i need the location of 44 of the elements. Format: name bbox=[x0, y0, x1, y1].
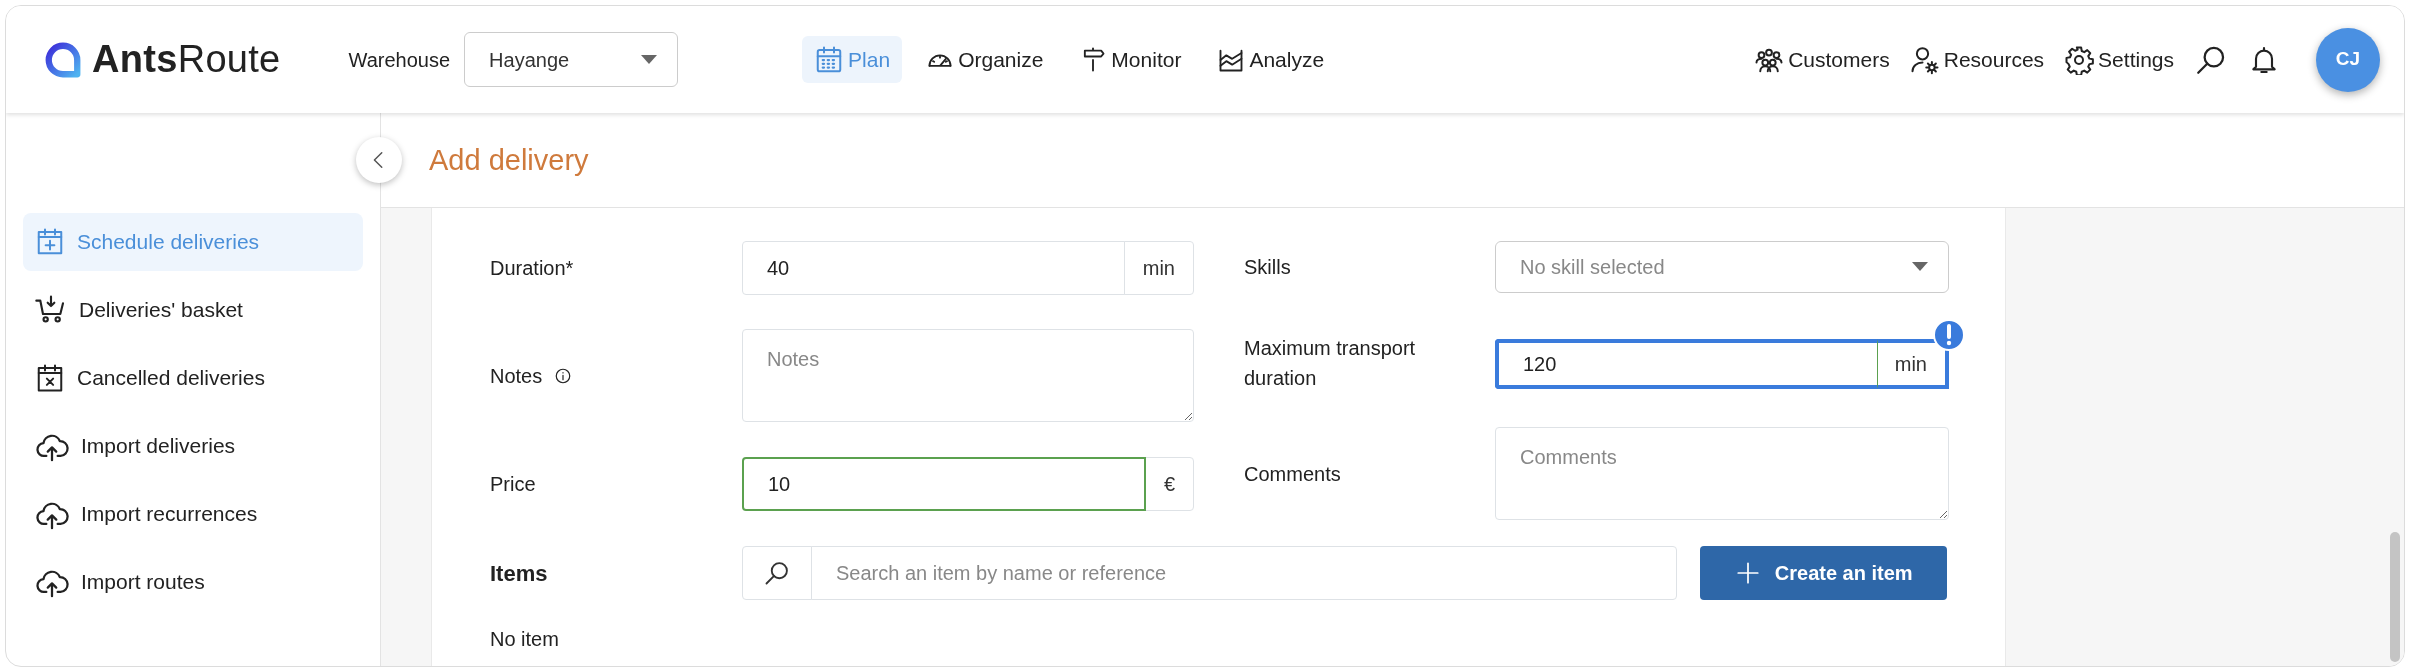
alert-icon bbox=[1933, 319, 1965, 351]
info-icon bbox=[554, 366, 573, 385]
calendar-plus-icon bbox=[35, 227, 65, 257]
text-field[interactable]: 120 bbox=[1495, 339, 1878, 389]
sidebar-item[interactable]: Import deliveries bbox=[23, 417, 363, 475]
calendar-x-icon bbox=[35, 363, 65, 393]
unit-label: min bbox=[1123, 241, 1194, 295]
sidebar-item[interactable]: Cancelled deliveries bbox=[23, 349, 363, 407]
warehouse-select[interactable]: Hayange bbox=[464, 32, 679, 87]
section-title: Items bbox=[490, 560, 548, 586]
text-area[interactable]: Comments bbox=[1495, 427, 1949, 520]
field-label: Skills bbox=[1244, 255, 1291, 280]
sidebar-item[interactable]: Import recurrences bbox=[23, 485, 363, 543]
empty-text: No item bbox=[490, 627, 559, 652]
cart-icon bbox=[35, 294, 67, 326]
warehouse-label: Warehouse bbox=[348, 47, 451, 73]
field-label: Notes bbox=[490, 363, 543, 389]
field-label: Comments bbox=[1244, 461, 1341, 487]
logo-icon bbox=[44, 40, 82, 79]
search-icon bbox=[763, 559, 791, 587]
nav-tab[interactable]: Organize bbox=[914, 35, 1056, 84]
sidebar-item[interactable]: Import routes bbox=[23, 553, 363, 611]
unit-label: min bbox=[1876, 339, 1949, 389]
toolbar-link[interactable]: Customers bbox=[1754, 43, 1890, 76]
page-title: Add delivery bbox=[429, 142, 589, 178]
gear-icon bbox=[2064, 44, 2095, 75]
person-gear-icon bbox=[1909, 44, 1940, 75]
skills-select[interactable]: No skill selected bbox=[1495, 241, 1949, 293]
field-label: Price bbox=[490, 473, 536, 495]
toolbar-link[interactable]: Resources bbox=[1909, 43, 2045, 76]
sidebar-item[interactable]: Deliveries' basket bbox=[23, 281, 363, 339]
search-field[interactable]: Search an item by name or reference bbox=[811, 546, 1678, 600]
nav-tab[interactable]: Analyze bbox=[1205, 35, 1337, 84]
nav-tab[interactable]: Monitor bbox=[1067, 35, 1194, 84]
field-label: Maximum transport duration bbox=[1244, 336, 1417, 391]
logo-text: AntsRoute bbox=[92, 37, 281, 82]
text-area[interactable]: Notes bbox=[742, 329, 1194, 422]
text-field[interactable]: 10 bbox=[742, 457, 1146, 511]
field-label: Duration* bbox=[490, 257, 574, 279]
toolbar-link[interactable]: Settings bbox=[2064, 43, 2174, 76]
scrollbar-thumb[interactable] bbox=[2390, 532, 2400, 662]
text-field[interactable]: 40 bbox=[742, 241, 1125, 295]
unit-label: € bbox=[1144, 457, 1194, 511]
create-item-button[interactable]: Create an item bbox=[1700, 546, 1947, 600]
